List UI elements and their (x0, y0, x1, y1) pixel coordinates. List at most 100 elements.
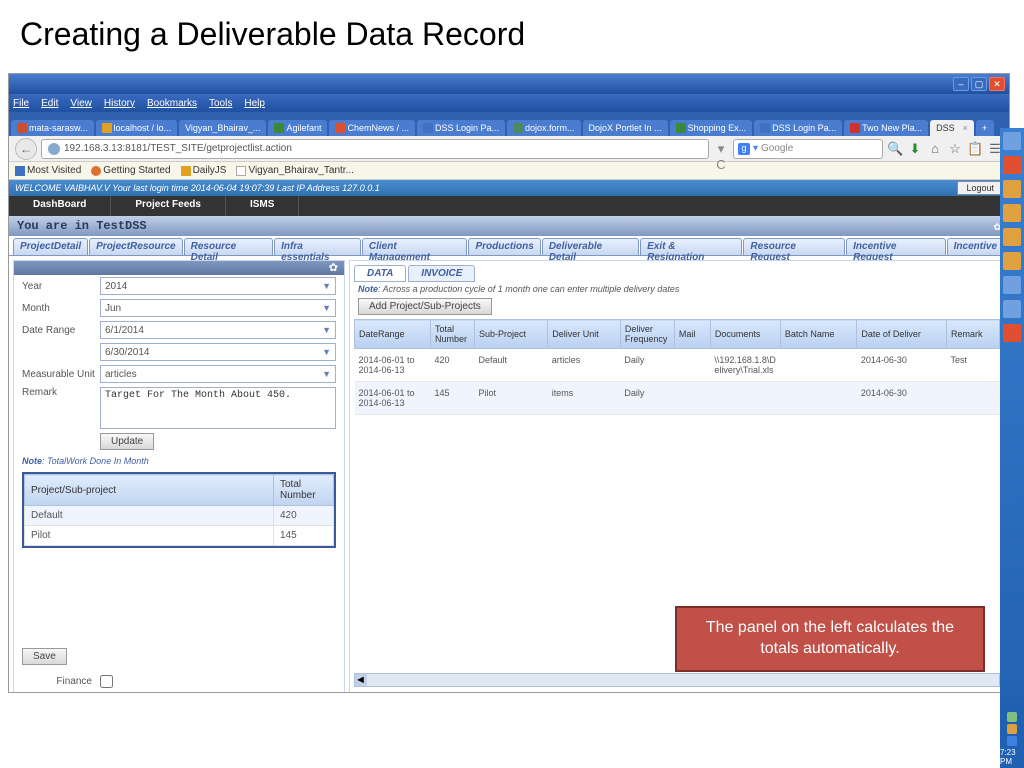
sidebar-icon[interactable] (1003, 204, 1021, 222)
browser-tab[interactable]: DSS Login Pa... (754, 120, 842, 136)
subtab[interactable]: Exit & Resignation (640, 238, 742, 255)
col-mail[interactable]: Mail (674, 320, 710, 349)
minimize-icon[interactable]: – (953, 77, 969, 91)
search-icon[interactable]: 🔍 (887, 141, 903, 157)
subtab[interactable]: Productions (468, 238, 540, 255)
add-project-button[interactable]: Add Project/Sub-Projects (358, 298, 492, 315)
tray-icon[interactable] (1007, 736, 1017, 746)
col-subproject[interactable]: Sub-Project (475, 320, 548, 349)
nav-dashboard[interactable]: DashBoard (9, 196, 111, 216)
col-batch[interactable]: Batch Name (780, 320, 857, 349)
browser-tab-active[interactable]: DSS× (930, 120, 974, 136)
browser-tab[interactable]: mata-sarasw... (11, 120, 94, 136)
menu-view[interactable]: View (70, 98, 92, 109)
window-titlebar: – ▢ ✕ (9, 74, 1009, 94)
bookmarks-bar: Most Visited Getting Started DailyJS Vig… (9, 162, 1009, 180)
col-unit[interactable]: Deliver Unit (548, 320, 621, 349)
sidebar-icon[interactable] (1003, 324, 1021, 342)
subtab[interactable]: Resource Detail (184, 238, 274, 255)
maximize-icon[interactable]: ▢ (971, 77, 987, 91)
nav-isms[interactable]: ISMS (226, 196, 299, 216)
table-row[interactable]: 2014-06-01 to 2014-06-13145PilotitemsDai… (355, 382, 1000, 415)
year-select[interactable]: 2014▼ (100, 277, 336, 295)
subtab[interactable]: Infra essentials (274, 238, 361, 255)
menu-history[interactable]: History (104, 98, 135, 109)
tray-icon[interactable] (1007, 712, 1017, 722)
address-bar: ← 192.168.3.13:8181/TEST_SITE/getproject… (9, 136, 1009, 162)
menu-file[interactable]: File (13, 98, 29, 109)
sidebar-icon[interactable] (1003, 180, 1021, 198)
browser-tab[interactable]: Agilefant (268, 120, 327, 136)
home-icon[interactable]: ⌂ (927, 141, 943, 157)
sidebar-icon[interactable] (1003, 228, 1021, 246)
tray-icon[interactable] (1007, 724, 1017, 734)
url-field[interactable]: 192.168.3.13:8181/TEST_SITE/getprojectli… (41, 139, 709, 159)
logout-button[interactable]: Logout (957, 181, 1003, 195)
save-button[interactable]: Save (22, 648, 67, 665)
sidebar-icon[interactable] (1003, 276, 1021, 294)
slide-title: Creating a Deliverable Data Record (0, 0, 1024, 61)
col-total[interactable]: Total Number (431, 320, 475, 349)
bookmark-item[interactable]: Getting Started (91, 165, 170, 176)
unit-label: Measurable Unit (22, 369, 100, 380)
browser-tab[interactable]: dojox.form... (507, 120, 581, 136)
bookmark-item[interactable]: Most Visited (15, 165, 81, 176)
reload-icon[interactable]: ▾ C (713, 141, 729, 157)
horizontal-scrollbar[interactable]: ◄ (354, 673, 1000, 687)
subtab[interactable]: Client Management (362, 238, 468, 255)
subtab[interactable]: Deliverable Detail (542, 238, 639, 255)
menu-bookmarks[interactable]: Bookmarks (147, 98, 197, 109)
subtab[interactable]: Resource Request (743, 238, 845, 255)
menu-help[interactable]: Help (244, 98, 265, 109)
context-bar: You are in TestDSS ✿ (9, 216, 1009, 236)
nav-projectfeeds[interactable]: Project Feeds (111, 196, 226, 216)
sidebar-icon[interactable] (1003, 132, 1021, 150)
browser-window: – ▢ ✕ File Edit View History Bookmarks T… (8, 73, 1010, 693)
col-date[interactable]: Date of Deliver (857, 320, 947, 349)
subtab[interactable]: Incentive (947, 238, 1004, 255)
remark-textarea[interactable] (100, 387, 336, 429)
col-freq[interactable]: Deliver Frequency (620, 320, 674, 349)
col-remark[interactable]: Remark (947, 320, 1000, 349)
finance-label: Finance (22, 676, 92, 687)
table-row[interactable]: 2014-06-01 to 2014-06-13420Defaultarticl… (355, 349, 1000, 382)
new-tab-button[interactable]: + (976, 120, 994, 136)
panel-gear-icon[interactable]: ✿ (14, 261, 344, 275)
update-button[interactable]: Update (100, 433, 154, 450)
subtab[interactable]: Incentive Request (846, 238, 946, 255)
browser-tab[interactable]: ChemNews / ... (329, 120, 415, 136)
scroll-left-icon[interactable]: ◄ (355, 674, 367, 686)
date-to-select[interactable]: 6/30/2014▼ (100, 343, 336, 361)
sidebar-icon[interactable] (1003, 156, 1021, 174)
invoice-date-field[interactable] (100, 692, 210, 693)
download-icon[interactable]: ⬇ (907, 141, 923, 157)
menu-edit[interactable]: Edit (41, 98, 58, 109)
browser-tab[interactable]: Shopping Ex... (670, 120, 753, 136)
finance-checkbox[interactable] (100, 675, 113, 688)
tab-data[interactable]: DATA (354, 265, 406, 282)
clipboard-icon[interactable]: 📋 (967, 141, 983, 157)
sidebar-icon[interactable] (1003, 252, 1021, 270)
unit-select[interactable]: articles▼ (100, 365, 336, 383)
tab-invoice[interactable]: INVOICE (408, 265, 475, 282)
close-icon[interactable]: ✕ (989, 77, 1005, 91)
browser-tab[interactable]: Two New Pla... (844, 120, 928, 136)
sidebar-icon[interactable] (1003, 300, 1021, 318)
browser-tab[interactable]: localhost / lo... (96, 120, 178, 136)
star-icon[interactable]: ☆ (947, 141, 963, 157)
subtab[interactable]: ProjectDetail (13, 238, 88, 255)
back-button[interactable]: ← (15, 138, 37, 160)
month-select[interactable]: Jun▼ (100, 299, 336, 317)
browser-tab[interactable]: DSS Login Pa... (417, 120, 505, 136)
bookmark-item[interactable]: DailyJS (181, 165, 227, 176)
browser-tab[interactable]: DojoX Portlet In ... (583, 120, 668, 136)
menu-tools[interactable]: Tools (209, 98, 232, 109)
subtab-bar: ProjectDetail ProjectResource Resource D… (9, 236, 1009, 256)
browser-tab[interactable]: Vigyan_Bhairav_... (179, 120, 266, 136)
col-daterange[interactable]: DateRange (355, 320, 431, 349)
search-field[interactable]: g▾Google (733, 139, 883, 159)
col-docs[interactable]: Documents (710, 320, 780, 349)
subtab[interactable]: ProjectResource (89, 238, 182, 255)
bookmark-item[interactable]: Vigyan_Bhairav_Tantr... (236, 165, 353, 176)
date-from-select[interactable]: 6/1/2014▼ (100, 321, 336, 339)
